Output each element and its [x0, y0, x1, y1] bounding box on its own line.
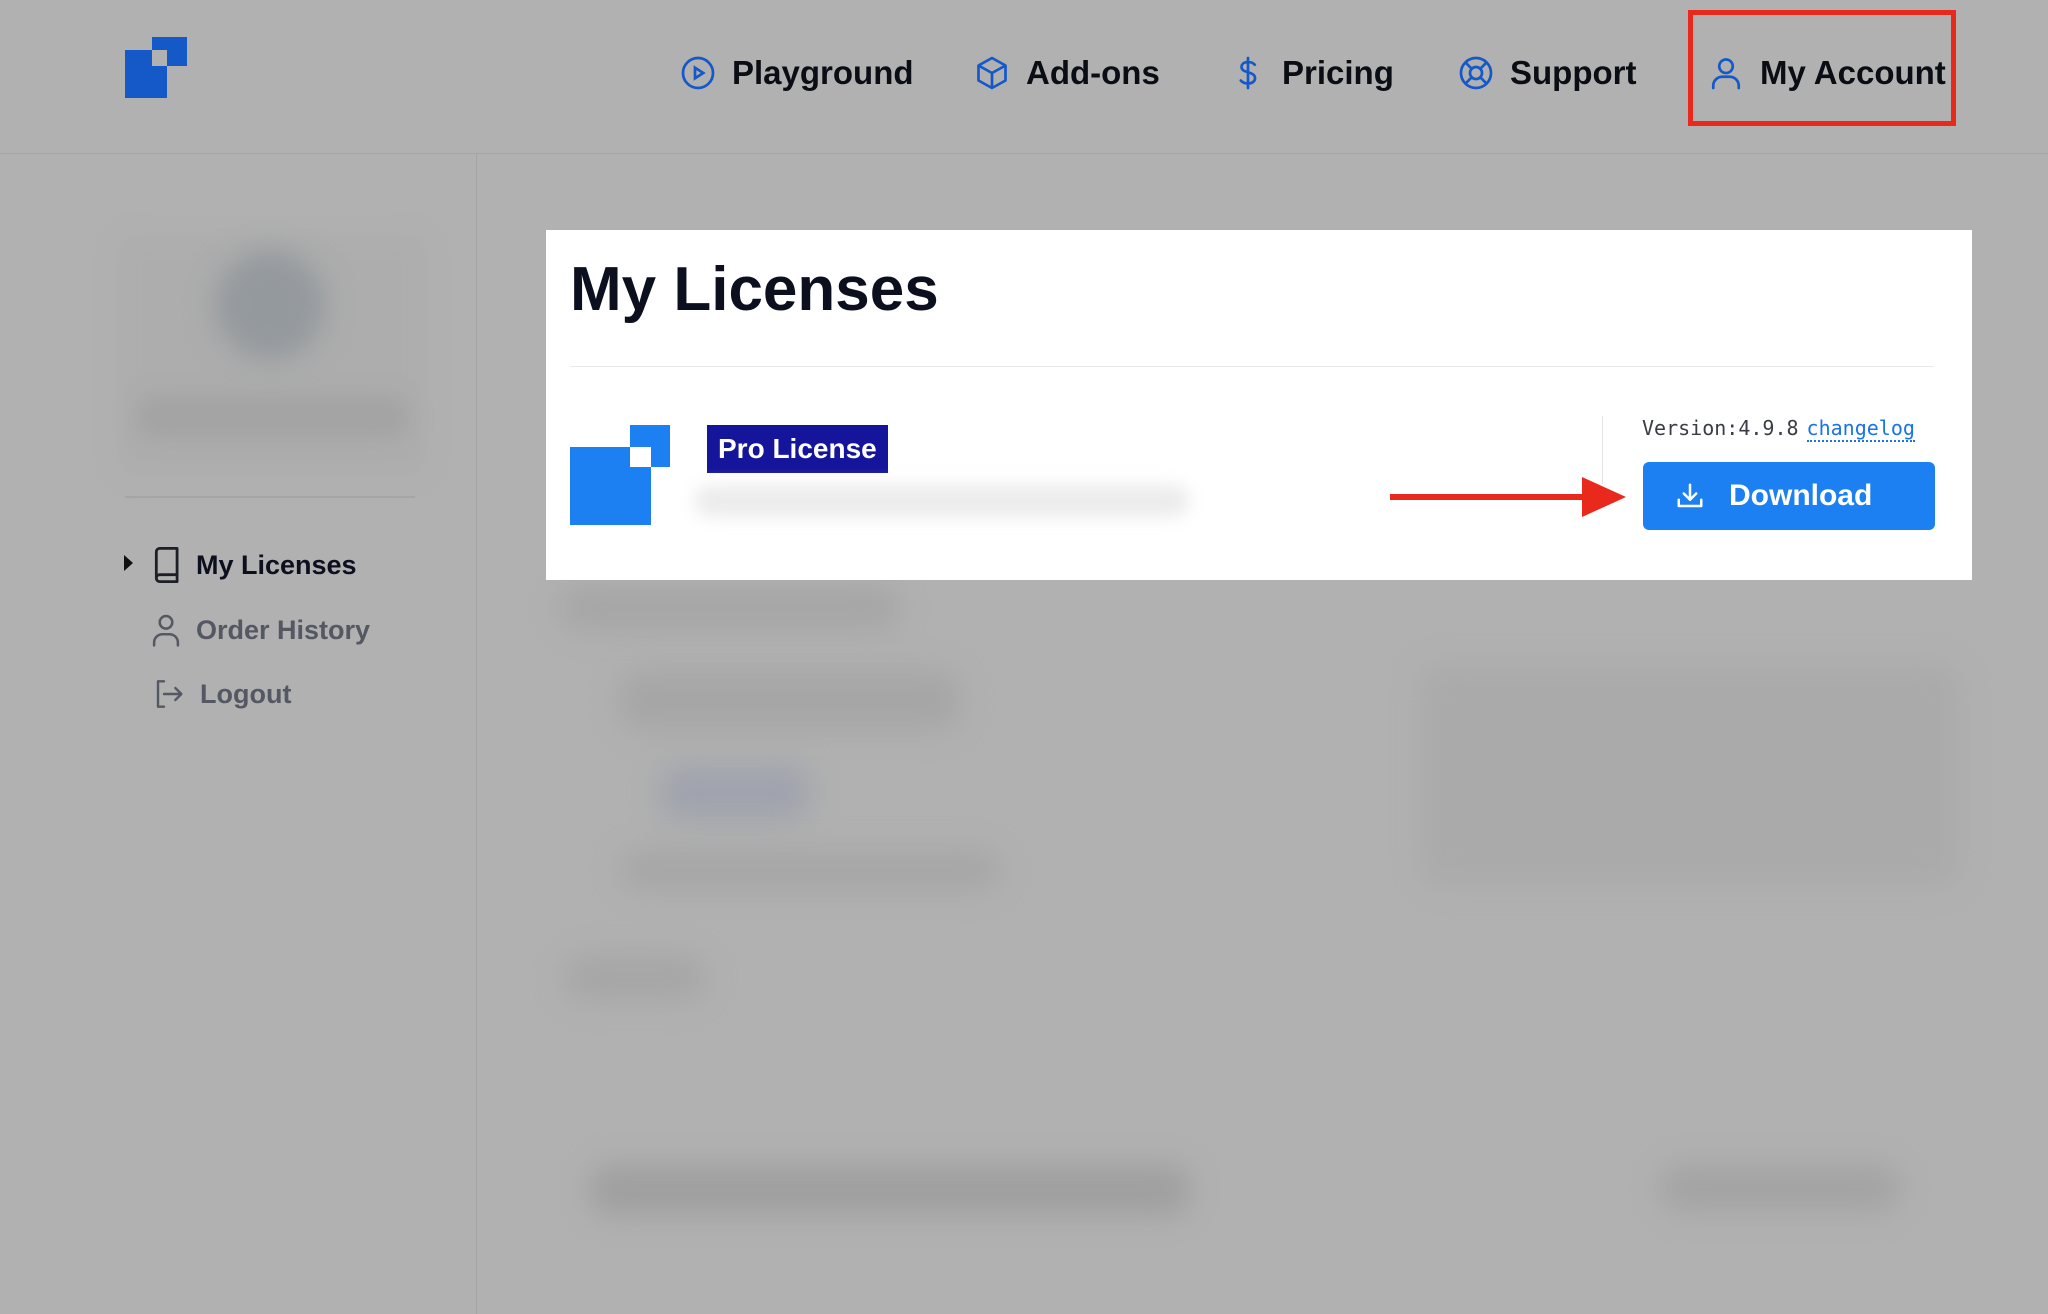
- download-button[interactable]: Download: [1643, 462, 1935, 530]
- nav-support[interactable]: Support: [1458, 48, 1636, 98]
- sidebar-item-my-licenses[interactable]: My Licenses: [152, 545, 357, 585]
- nav-pricing[interactable]: Pricing: [1230, 48, 1394, 98]
- version-number: 4.9.8: [1738, 416, 1799, 440]
- version-info: Version:4.9.8 changelog: [1642, 416, 1915, 442]
- book-icon: [154, 547, 179, 583]
- version-label: Version:: [1642, 416, 1739, 440]
- nav-pricing-label: Pricing: [1282, 54, 1394, 91]
- redacted-block: [660, 765, 810, 820]
- redacted-block: [565, 955, 705, 1000]
- redacted-block: [620, 670, 960, 730]
- redacted-block: [1660, 1165, 1900, 1210]
- sidebar-item-label: My Licenses: [196, 549, 357, 580]
- active-caret-icon: [124, 555, 133, 571]
- page-title: My Licenses: [570, 255, 939, 324]
- logout-icon: [156, 680, 183, 708]
- play-circle-icon: [681, 56, 715, 90]
- vertical-divider: [1602, 416, 1603, 484]
- redacted-block: [1420, 665, 1960, 885]
- profile-name-redacted: [135, 395, 410, 439]
- redacted-block: [560, 585, 900, 630]
- title-divider: [570, 366, 1934, 367]
- license-key-redacted: [694, 485, 1190, 517]
- licenses-card: My Licenses Pro License Version:4.9.8 cha…: [546, 230, 1972, 580]
- nav-addons-label: Add-ons: [1026, 54, 1160, 91]
- license-badge: Pro License: [707, 425, 888, 473]
- redacted-block: [620, 850, 1000, 890]
- sidebar-item-order-history[interactable]: Order History: [152, 610, 370, 650]
- lifebuoy-icon: [1459, 56, 1493, 90]
- nav-addons[interactable]: Add-ons: [974, 48, 1160, 98]
- nav-support-label: Support: [1510, 54, 1637, 91]
- sidebar-item-label: Order History: [196, 614, 371, 645]
- top-navbar: Playground Add-ons Pricing Support My Ac…: [0, 0, 2048, 154]
- nav-playground[interactable]: Playground: [680, 48, 914, 98]
- sidebar-divider: [476, 154, 477, 1314]
- nav-playground-label: Playground: [732, 54, 914, 91]
- sidebar-item-logout[interactable]: Logout: [152, 674, 291, 714]
- annotation-arrow-icon: [1390, 477, 1626, 517]
- user-icon: [152, 614, 180, 647]
- brand-logo[interactable]: [125, 37, 187, 98]
- cube-icon: [977, 56, 1007, 90]
- product-logo-icon: [570, 425, 670, 525]
- sidebar-item-label: Logout: [200, 678, 292, 709]
- dollar-icon: [1239, 56, 1257, 90]
- highlight-box-my-account: [1688, 10, 1956, 126]
- redacted-block: [590, 1165, 1190, 1215]
- sidebar-separator: [125, 496, 415, 498]
- download-label: Download: [1729, 479, 1873, 512]
- changelog-link[interactable]: changelog: [1806, 416, 1915, 442]
- download-icon: [1677, 483, 1703, 508]
- avatar: [215, 250, 325, 360]
